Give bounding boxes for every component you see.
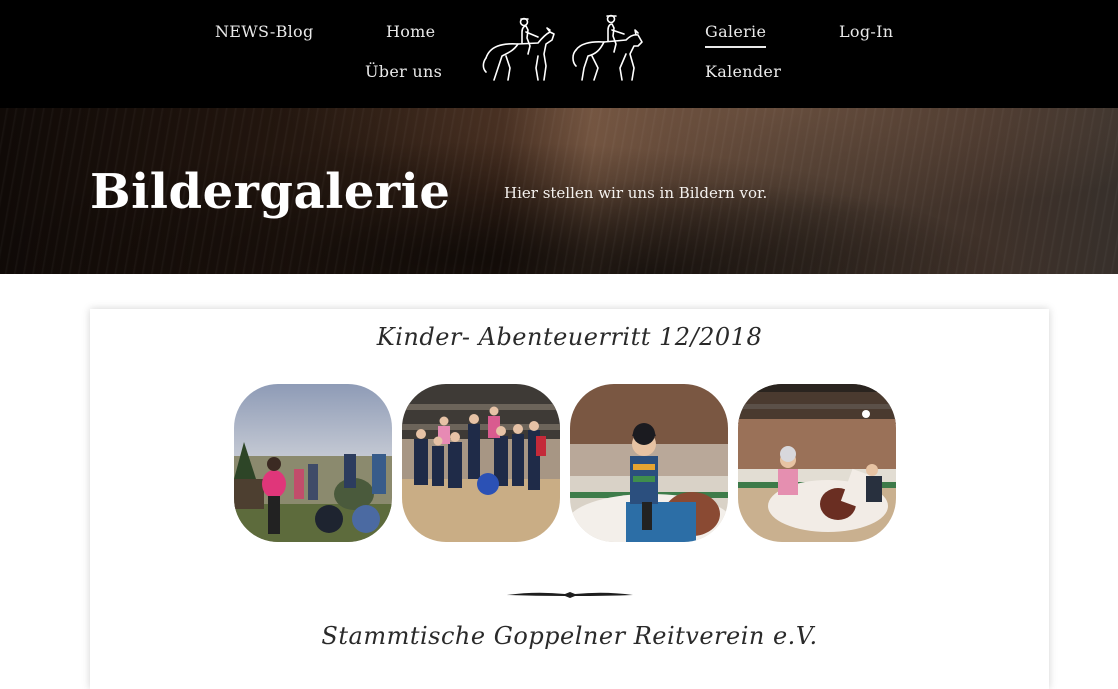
nav-home[interactable]: Home bbox=[386, 22, 435, 41]
gallery-section-title: Kinder- Abenteuerritt 12/2018 bbox=[376, 323, 763, 351]
nav-kalender[interactable]: Kalender bbox=[705, 62, 781, 81]
gallery-card: Kinder- Abenteuerritt 12/2018 Stammtisch… bbox=[90, 309, 1049, 689]
gallery-thumbnail-indoor-group[interactable] bbox=[402, 384, 560, 542]
gallery-thumbnail-child-riding[interactable] bbox=[738, 384, 896, 542]
top-navigation-bar: NEWS-Blog Home Über uns Galerie Log-In K… bbox=[0, 0, 1118, 108]
hero-banner: Bildergalerie Hier stellen wir uns in Bi… bbox=[0, 108, 1118, 274]
page-title: Bildergalerie bbox=[90, 164, 451, 220]
nav-ueber-uns[interactable]: Über uns bbox=[365, 62, 442, 81]
page-subtitle: Hier stellen wir uns in Bildern vor. bbox=[504, 184, 768, 202]
gallery-thumbnail-child-on-pony[interactable] bbox=[570, 384, 728, 542]
nav-galerie[interactable]: Galerie bbox=[705, 22, 767, 48]
gallery-thumbnail-outdoor[interactable] bbox=[234, 384, 392, 542]
horse-riders-logo[interactable] bbox=[480, 10, 652, 88]
nav-log-in[interactable]: Log-In bbox=[839, 22, 893, 41]
ornamental-divider bbox=[507, 592, 633, 598]
gallery-section-title-2: Stammtische Goppelner Reitverein e.V. bbox=[321, 622, 818, 650]
nav-news-blog[interactable]: NEWS-Blog bbox=[215, 22, 314, 41]
